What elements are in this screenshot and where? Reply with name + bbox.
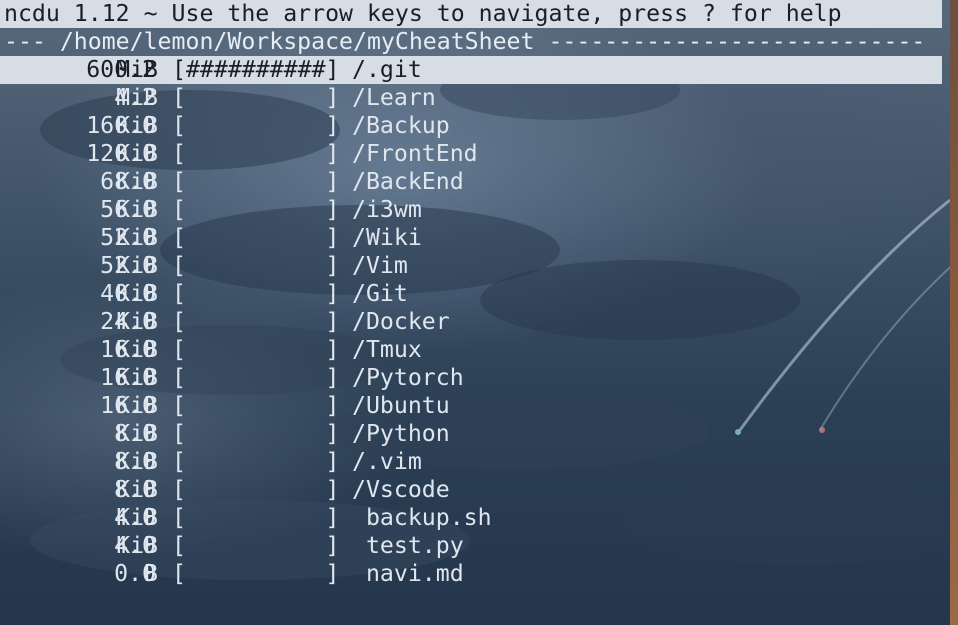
size-unit: KiB: [116, 448, 158, 475]
list-item[interactable]: 4.0 KiB[ ] backup.sh: [0, 504, 942, 532]
size-unit: KiB: [116, 504, 158, 531]
entry-name: /Learn: [352, 84, 436, 111]
size-unit: KiB: [116, 308, 158, 335]
size-unit: KiB: [116, 280, 158, 307]
title-bar: ncdu 1.12 ~ Use the arrow keys to naviga…: [0, 0, 942, 28]
usage-bar: [ ]: [172, 336, 340, 363]
usage-bar: [ ]: [172, 560, 340, 587]
entry-name: navi.md: [352, 560, 464, 587]
entry-name: /BackEnd: [352, 168, 464, 195]
entry-name: /i3wm: [352, 196, 422, 223]
size-unit: KiB: [116, 364, 158, 391]
entry-name: /Wiki: [352, 224, 422, 251]
entry-name: /Git: [352, 280, 408, 307]
size-unit: KiB: [116, 476, 158, 503]
list-item[interactable]: 120.0 KiB[ ]/FrontEnd: [0, 140, 942, 168]
usage-bar: [ ]: [172, 252, 340, 279]
list-item[interactable]: 160.0 KiB[ ]/Backup: [0, 112, 942, 140]
entry-name: /.git: [352, 56, 422, 83]
list-item[interactable]: 8.0 KiB[ ]/Python: [0, 420, 942, 448]
list-item[interactable]: 600.2 MiB [##########]/.git: [0, 56, 942, 84]
entry-name: /.vim: [352, 448, 422, 475]
list-item[interactable]: 68.0 KiB[ ]/BackEnd: [0, 168, 942, 196]
entry-name: /Python: [352, 420, 450, 447]
usage-bar: [ ]: [172, 420, 340, 447]
entry-name: /Backup: [352, 112, 450, 139]
usage-bar: [ ]: [172, 196, 340, 223]
window-edge: [950, 0, 958, 625]
usage-bar: [ ]: [172, 448, 340, 475]
size-unit: KiB: [116, 532, 158, 559]
size-unit: KiB: [116, 336, 158, 363]
size-unit: MiB: [116, 84, 158, 111]
list-item[interactable]: 4.0 KiB[ ] test.py: [0, 532, 942, 560]
size-unit: MiB: [116, 56, 158, 83]
entry-name: /Docker: [352, 308, 450, 335]
list-item[interactable]: 8.0 KiB[ ]/Vscode: [0, 476, 942, 504]
size-unit: KiB: [116, 224, 158, 251]
usage-bar: [ ]: [172, 476, 340, 503]
size-unit: KiB: [116, 252, 158, 279]
size-unit: KiB: [116, 140, 158, 167]
entry-name: /Vscode: [352, 476, 450, 503]
title-text: ncdu 1.12 ~ Use the arrow keys to naviga…: [4, 0, 842, 27]
list-item[interactable]: 8.0 KiB[ ]/.vim: [0, 448, 942, 476]
list-item[interactable]: 40.0 KiB[ ]/Git: [0, 280, 942, 308]
entry-name: /Tmux: [352, 336, 422, 363]
list-item[interactable]: 16.0 KiB[ ]/Ubuntu: [0, 392, 942, 420]
size-unit: KiB: [116, 112, 158, 139]
list-item[interactable]: 24.0 KiB[ ]/Docker: [0, 308, 942, 336]
usage-bar: [ ]: [172, 224, 340, 251]
list-item[interactable]: 4.2 MiB[ ]/Learn: [0, 84, 942, 112]
entry-name: test.py: [352, 532, 464, 559]
current-path: --- /home/lemon/Workspace/myCheatSheet -…: [4, 28, 926, 55]
list-item[interactable]: 16.0 KiB[ ]/Pytorch: [0, 364, 942, 392]
usage-bar: [##########]: [172, 56, 340, 83]
usage-bar: [ ]: [172, 364, 340, 391]
list-item[interactable]: 16.0 KiB[ ]/Tmux: [0, 336, 942, 364]
usage-bar: [ ]: [172, 308, 340, 335]
entry-name: /Ubuntu: [352, 392, 450, 419]
list-item[interactable]: 0.0 B[ ] navi.md: [0, 560, 942, 588]
entry-name: /Vim: [352, 252, 408, 279]
size-unit: KiB: [116, 420, 158, 447]
usage-bar: [ ]: [172, 84, 340, 111]
usage-bar: [ ]: [172, 112, 340, 139]
entry-name: /Pytorch: [352, 364, 464, 391]
entry-name: /FrontEnd: [352, 140, 478, 167]
list-item[interactable]: 52.0 KiB[ ]/Vim: [0, 252, 942, 280]
usage-bar: [ ]: [172, 280, 340, 307]
size-unit: KiB: [116, 196, 158, 223]
list-item[interactable]: 56.0 KiB[ ]/i3wm: [0, 196, 942, 224]
list-item[interactable]: 52.0 KiB[ ]/Wiki: [0, 224, 942, 252]
size-unit: B: [144, 560, 158, 587]
usage-bar: [ ]: [172, 168, 340, 195]
usage-bar: [ ]: [172, 532, 340, 559]
usage-bar: [ ]: [172, 140, 340, 167]
terminal-window[interactable]: ncdu 1.12 ~ Use the arrow keys to naviga…: [0, 0, 950, 625]
entry-name: backup.sh: [352, 504, 492, 531]
usage-bar: [ ]: [172, 504, 340, 531]
size-unit: KiB: [116, 168, 158, 195]
size-unit: KiB: [116, 392, 158, 419]
usage-bar: [ ]: [172, 392, 340, 419]
